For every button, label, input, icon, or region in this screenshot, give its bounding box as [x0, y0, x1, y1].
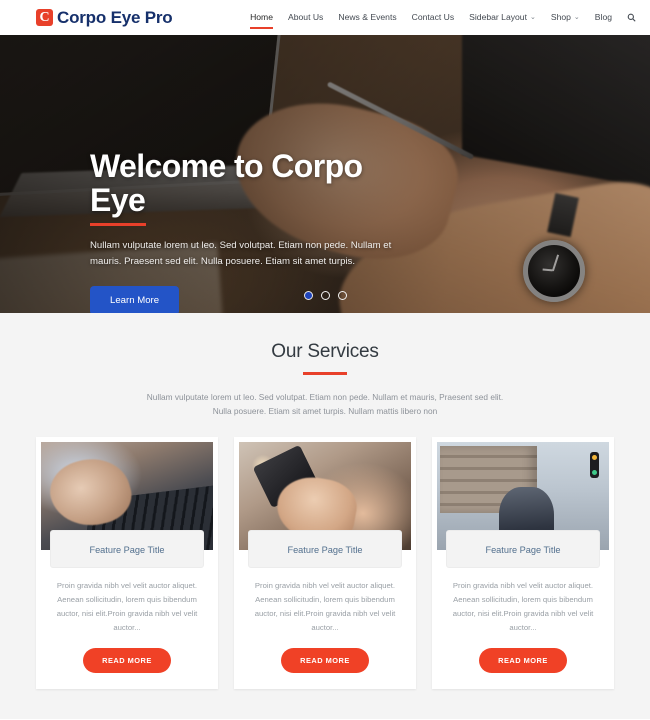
hero-subtitle: Nullam vulputate lorem ut leo. Sed volut… [90, 240, 392, 267]
read-more-button[interactable]: READ MORE [281, 647, 369, 673]
nav-item-home[interactable]: Home [250, 12, 273, 29]
nav-label: Home [250, 12, 273, 22]
service-card-text: Proin gravida nibh vel velit auctor aliq… [452, 580, 594, 632]
service-card: Feature Page Title Proin gravida nibh ve… [36, 436, 218, 689]
nav-item-about-us[interactable]: About Us [288, 12, 323, 23]
service-card: Feature Page Title Proin gravida nibh ve… [234, 436, 416, 689]
nav-item-shop[interactable]: Shop ⌄ [551, 12, 580, 23]
service-card: Feature Page Title Proin gravida nibh ve… [432, 436, 614, 689]
nav-label: About Us [288, 12, 324, 22]
service-card-title-box: Feature Page Title [446, 529, 600, 568]
nav-label: Blog [594, 12, 612, 22]
slider-dot-3[interactable] [337, 291, 347, 300]
search-icon[interactable] [627, 13, 636, 23]
read-more-button[interactable]: READ MORE [479, 647, 567, 673]
service-card-cta: READ MORE [41, 635, 213, 673]
hero-title-underline [90, 223, 146, 227]
services-card-list: Feature Page Title Proin gravida nibh ve… [0, 419, 650, 689]
site-header: C Corpo Eye Pro Home About Us News & Eve… [0, 0, 650, 35]
slider-dot-1[interactable] [303, 291, 313, 300]
service-card-title-link[interactable]: Feature Page Title [287, 545, 362, 555]
nav-item-sidebar-layout[interactable]: Sidebar Layout ⌄ [469, 12, 536, 23]
chevron-down-icon: ⌄ [573, 13, 580, 21]
services-description: Nullam vulputate lorem ut leo. Sed volut… [146, 391, 504, 417]
logo-c-icon: C [36, 9, 53, 26]
nav-label: Shop [550, 12, 571, 22]
nav-item-news-events[interactable]: News & Events [338, 12, 396, 23]
read-more-button[interactable]: READ MORE [83, 647, 171, 673]
service-card-title-box: Feature Page Title [248, 529, 402, 568]
hero-content: Welcome to Corpo Eye Nullam vulputate lo… [90, 148, 420, 313]
hero-title: Welcome to Corpo Eye [90, 148, 363, 218]
nav-item-contact-us[interactable]: Contact Us [412, 12, 455, 23]
services-title: Our Services [271, 341, 379, 362]
nav-label: News & Events [338, 12, 397, 22]
service-card-text: Proin gravida nibh vel velit auctor aliq… [254, 580, 396, 632]
slider-dot-2[interactable] [320, 291, 330, 300]
service-card-title-box: Feature Page Title [50, 529, 204, 568]
services-title-underline [303, 372, 347, 375]
traffic-light-icon [589, 452, 599, 479]
service-card-cta: READ MORE [239, 635, 411, 673]
main-navigation: Home About Us News & Events Contact Us S… [250, 12, 636, 29]
service-card-cta: READ MORE [437, 635, 609, 673]
service-card-title-link[interactable]: Feature Page Title [89, 545, 164, 555]
hero-slider: Welcome to Corpo Eye Nullam vulputate lo… [0, 35, 650, 313]
service-card-text: Proin gravida nibh vel velit auctor aliq… [56, 580, 198, 632]
chevron-down-icon: ⌄ [529, 13, 536, 21]
nav-label: Contact Us [411, 12, 455, 22]
slider-pagination [0, 291, 650, 300]
nav-label: Sidebar Layout [469, 12, 527, 22]
service-card-title-link[interactable]: Feature Page Title [485, 545, 560, 555]
services-section: Our Services Nullam vulputate lorem ut l… [0, 313, 650, 719]
brand-name: Corpo Eye Pro [57, 7, 173, 27]
nav-item-blog[interactable]: Blog [595, 12, 612, 23]
site-logo[interactable]: C Corpo Eye Pro [36, 7, 173, 28]
